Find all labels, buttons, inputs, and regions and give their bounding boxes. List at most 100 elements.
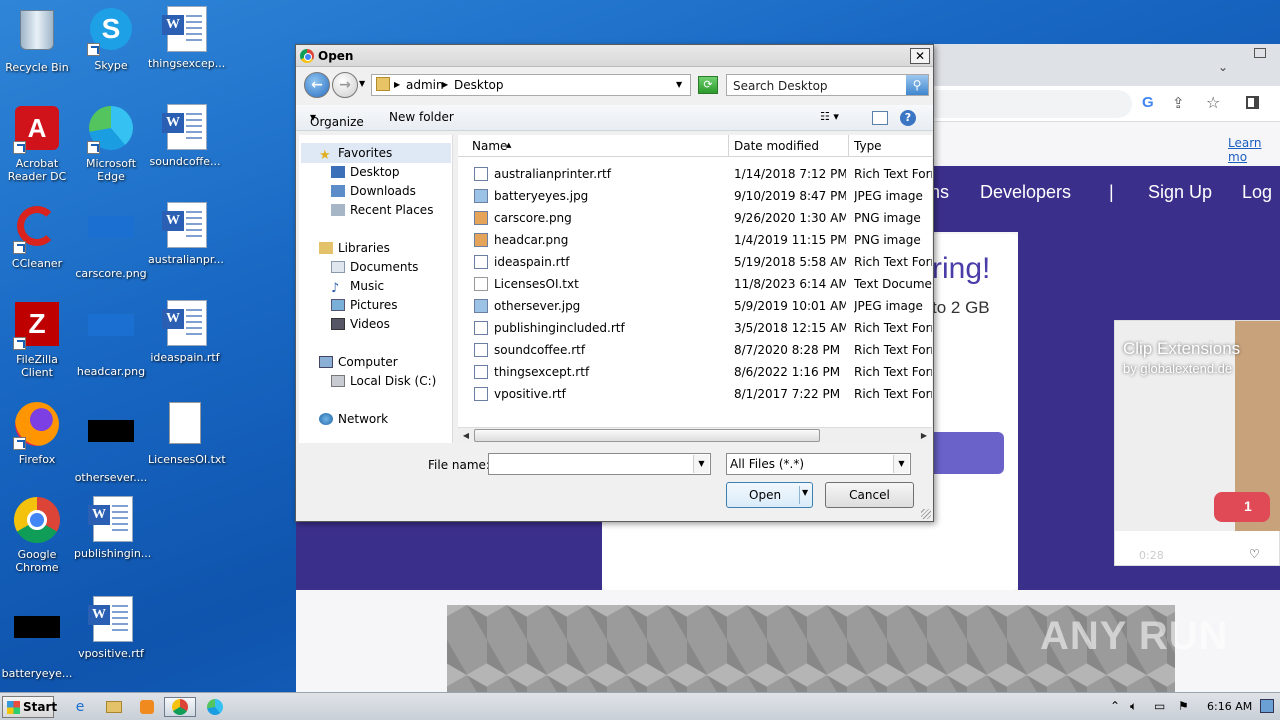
desktop-icon-skype[interactable]: S Skype bbox=[74, 6, 148, 72]
horizontal-scrollbar[interactable]: ◀ ▶ bbox=[458, 427, 932, 443]
search-input[interactable]: Search Desktop bbox=[733, 79, 828, 93]
chrome-taskbar-button[interactable] bbox=[164, 697, 196, 717]
column-divider[interactable] bbox=[728, 135, 729, 157]
learn-more-link[interactable]: Learn mo bbox=[1228, 136, 1280, 164]
desktop-icon-thingsexcept[interactable]: W thingsexcep... bbox=[148, 6, 225, 70]
chevron-down-icon[interactable]: ▼ bbox=[893, 455, 909, 473]
desktop-icon-licensesoi[interactable]: LicensesOI.txt bbox=[148, 400, 226, 466]
open-dropdown-icon[interactable]: ▼ bbox=[802, 488, 808, 497]
desktop-icon-publishingincluded[interactable]: W publishingin... bbox=[74, 496, 151, 560]
file-explorer-icon[interactable] bbox=[102, 697, 126, 717]
chevron-down-icon[interactable]: ⌄ bbox=[1218, 60, 1228, 74]
file-row[interactable]: vpositive.rtf 8/1/2017 7:22 PM Rich Text F… bbox=[458, 383, 932, 405]
nav-recent-places[interactable]: Recent Places bbox=[331, 201, 433, 219]
desktop-icon-headcar[interactable]: headcar.png bbox=[74, 300, 148, 378]
hero-cta-button[interactable] bbox=[932, 432, 1004, 474]
nav-pictures[interactable]: Pictures bbox=[331, 296, 398, 314]
nav-link-sign-up[interactable]: Sign Up bbox=[1148, 182, 1212, 203]
preview-pane-icon[interactable] bbox=[872, 111, 888, 125]
star-icon[interactable]: ☆ bbox=[1206, 93, 1220, 112]
desktop-icon-recycle-bin[interactable]: Recycle Bin bbox=[0, 6, 74, 74]
view-options-icon[interactable]: ☷ ▾ bbox=[820, 110, 839, 123]
desktop-icon-chrome[interactable]: Google Chrome bbox=[0, 496, 74, 574]
maximize-icon[interactable] bbox=[1254, 48, 1266, 58]
nav-music[interactable]: ♪ Music bbox=[331, 277, 384, 296]
help-icon[interactable]: ? bbox=[900, 110, 916, 126]
column-header-date[interactable]: Date modified bbox=[734, 139, 819, 153]
chevron-down-icon[interactable]: ▼ bbox=[693, 455, 709, 473]
scrollbar-thumb[interactable] bbox=[474, 429, 820, 442]
clock[interactable]: 6:16 AM bbox=[1207, 700, 1252, 713]
file-row[interactable]: publishingincluded.rtf 3/5/2018 12:15 AM R… bbox=[458, 317, 932, 339]
show-desktop-icon[interactable] bbox=[1260, 699, 1274, 713]
desktop-icon-filezilla[interactable]: Z FileZilla Client bbox=[0, 300, 74, 379]
desktop-icon-australianprinter[interactable]: W australianpr... bbox=[148, 202, 224, 266]
tray-expand-icon[interactable]: ⌃ bbox=[1110, 699, 1120, 713]
search-box[interactable]: Search Desktop ⚲ bbox=[726, 74, 929, 96]
new-folder-button[interactable]: New folder bbox=[389, 110, 454, 124]
nav-link-login[interactable]: Log bbox=[1242, 182, 1272, 203]
resize-grip[interactable] bbox=[921, 509, 931, 519]
sidepanel-icon[interactable] bbox=[1246, 96, 1259, 109]
desktop-icon-ccleaner[interactable]: CCleaner bbox=[0, 202, 74, 270]
column-header-name[interactable]: Name bbox=[472, 139, 507, 153]
nav-downloads[interactable]: Downloads bbox=[331, 182, 416, 200]
cancel-button[interactable]: Cancel bbox=[825, 482, 914, 508]
heart-icon[interactable]: ♡ bbox=[1249, 547, 1260, 561]
desktop-icon-batteryeyes[interactable]: batteryeye... bbox=[0, 596, 74, 680]
file-row[interactable]: batteryeyes.jpg 9/10/2019 8:47 PM JPEG ima… bbox=[458, 185, 932, 207]
nav-favorites[interactable]: ★ Favorites bbox=[319, 144, 392, 163]
nav-network[interactable]: Network bbox=[319, 410, 388, 428]
breadcrumb[interactable]: ▶ admin ▶ Desktop ▼ bbox=[371, 74, 691, 96]
file-row[interactable]: soundcoffee.rtf 8/7/2020 8:28 PM Rich Text… bbox=[458, 339, 932, 361]
search-icon[interactable]: ⚲ bbox=[906, 75, 928, 95]
desktop-icon-edge[interactable]: Microsoft Edge bbox=[74, 104, 148, 183]
back-button[interactable]: ← bbox=[304, 72, 330, 98]
start-button[interactable]: Start bbox=[2, 696, 57, 718]
media-player-icon[interactable] bbox=[135, 697, 159, 717]
file-type-filter[interactable]: All Files (*.*) ▼ bbox=[726, 453, 911, 475]
file-row[interactable]: headcar.png 1/4/2019 11:15 PM PNG image bbox=[458, 229, 932, 251]
scroll-left-icon[interactable]: ◀ bbox=[459, 429, 473, 442]
network-tray-icon[interactable]: ▭ bbox=[1154, 699, 1165, 713]
nav-computer[interactable]: Computer bbox=[319, 353, 398, 371]
share-icon[interactable]: ⇪ bbox=[1172, 94, 1185, 112]
breadcrumb-item-desktop[interactable]: Desktop bbox=[454, 78, 504, 92]
file-row[interactable]: carscore.png 9/26/2020 1:30 AM PNG image bbox=[458, 207, 932, 229]
google-icon[interactable]: G bbox=[1142, 94, 1154, 111]
file-row[interactable]: LicensesOI.txt 11/8/2023 6:14 AM Text Docu… bbox=[458, 273, 932, 295]
breadcrumb-chevron[interactable]: ▶ bbox=[394, 80, 400, 89]
refresh-button[interactable]: ⟳ bbox=[698, 76, 718, 94]
nav-link-developers[interactable]: Developers bbox=[980, 182, 1071, 203]
desktop-icon-othersever[interactable]: othersever.... bbox=[74, 400, 148, 484]
file-row[interactable]: ideaspain.rtf 5/19/2018 5:58 AM Rich Text … bbox=[458, 251, 932, 273]
desktop-icon-carscore[interactable]: carscore.png bbox=[74, 202, 148, 280]
internet-explorer-icon[interactable]: e bbox=[68, 697, 92, 717]
close-button[interactable]: ✕ bbox=[910, 48, 930, 64]
desktop-icon-ideaspain[interactable]: W ideaspain.rtf bbox=[148, 300, 222, 364]
nav-desktop[interactable]: Desktop bbox=[331, 163, 400, 181]
open-button[interactable]: Open ▼ bbox=[726, 482, 813, 508]
desktop-icon-firefox[interactable]: Firefox bbox=[0, 400, 74, 466]
comment-badge[interactable]: 1 bbox=[1214, 492, 1270, 522]
desktop-icon-acrobat[interactable]: A Acrobat Reader DC bbox=[0, 104, 74, 183]
nav-libraries[interactable]: Libraries bbox=[319, 239, 390, 257]
nav-documents[interactable]: Documents bbox=[331, 258, 418, 276]
scroll-right-icon[interactable]: ▶ bbox=[917, 429, 931, 442]
desktop-icon-vpositive[interactable]: W vpositive.rtf bbox=[74, 596, 148, 660]
breadcrumb-dropdown-icon[interactable]: ▼ bbox=[676, 80, 682, 89]
edge-taskbar-icon[interactable] bbox=[203, 697, 227, 717]
forward-button[interactable]: → bbox=[332, 72, 358, 98]
dialog-titlebar[interactable]: Open ✕ bbox=[296, 45, 933, 67]
file-row[interactable]: othersever.jpg 5/9/2019 10:01 AM JPEG imag… bbox=[458, 295, 932, 317]
nav-videos[interactable]: Videos bbox=[331, 315, 390, 333]
volume-icon[interactable]: 🔈︎ bbox=[1130, 699, 1137, 714]
file-row[interactable]: australianprinter.rtf 1/14/2018 7:12 PM Ri… bbox=[458, 163, 932, 185]
organize-button[interactable]: Organize ▾ bbox=[310, 110, 364, 129]
nav-local-disk[interactable]: Local Disk (C:) bbox=[331, 372, 436, 390]
column-header-type[interactable]: Type bbox=[854, 139, 882, 153]
breadcrumb-item-admin[interactable]: admin bbox=[406, 78, 444, 92]
file-row[interactable]: thingsexcept.rtf 8/6/2022 1:16 PM Rich Tex… bbox=[458, 361, 932, 383]
ad-card[interactable]: Clip Extensions by globalextend.de 0:28 … bbox=[1114, 320, 1280, 566]
action-center-flag-icon[interactable]: ⚑ bbox=[1178, 699, 1189, 713]
